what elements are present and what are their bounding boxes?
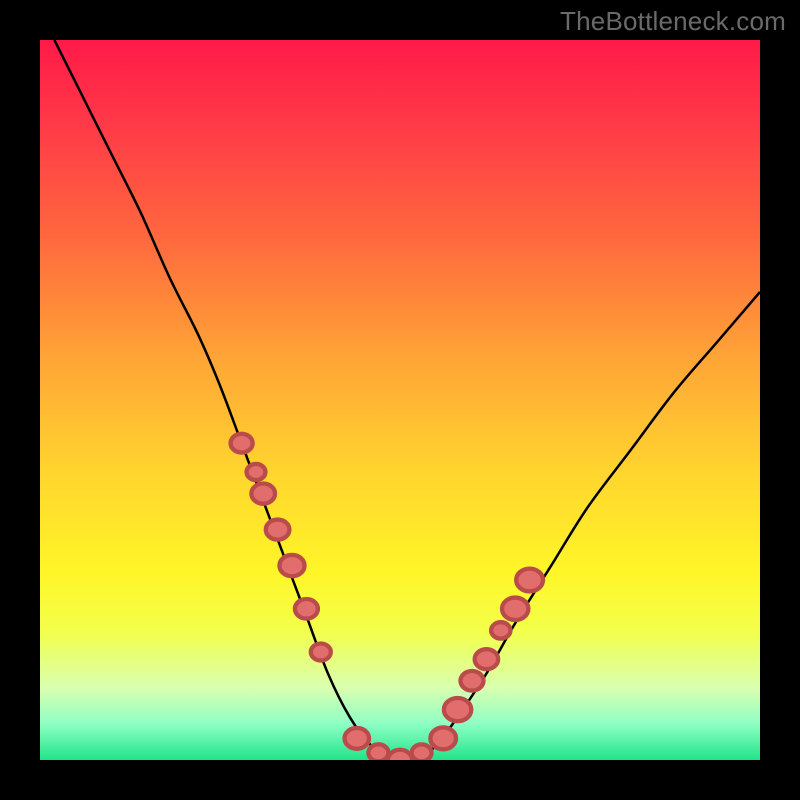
marker-point — [251, 484, 275, 504]
marker-point — [311, 644, 331, 661]
highlight-markers — [231, 434, 543, 760]
marker-point — [295, 599, 318, 619]
plot-area — [40, 40, 760, 760]
marker-point — [266, 520, 290, 540]
marker-point — [231, 434, 253, 453]
bottleneck-curve — [54, 40, 760, 760]
chart-frame: TheBottleneck.com — [0, 0, 800, 800]
watermark-text: TheBottleneck.com — [560, 6, 786, 37]
marker-point — [345, 728, 369, 749]
marker-point — [444, 698, 471, 721]
marker-point — [502, 598, 528, 620]
marker-point — [388, 750, 412, 760]
curve-svg — [40, 40, 760, 760]
marker-point — [368, 744, 388, 760]
marker-point — [430, 727, 456, 749]
marker-point — [460, 671, 483, 691]
marker-point — [475, 649, 498, 669]
marker-point — [247, 464, 266, 480]
marker-point — [412, 744, 432, 760]
marker-point — [491, 622, 510, 638]
marker-point — [279, 555, 304, 576]
marker-point — [516, 569, 543, 592]
